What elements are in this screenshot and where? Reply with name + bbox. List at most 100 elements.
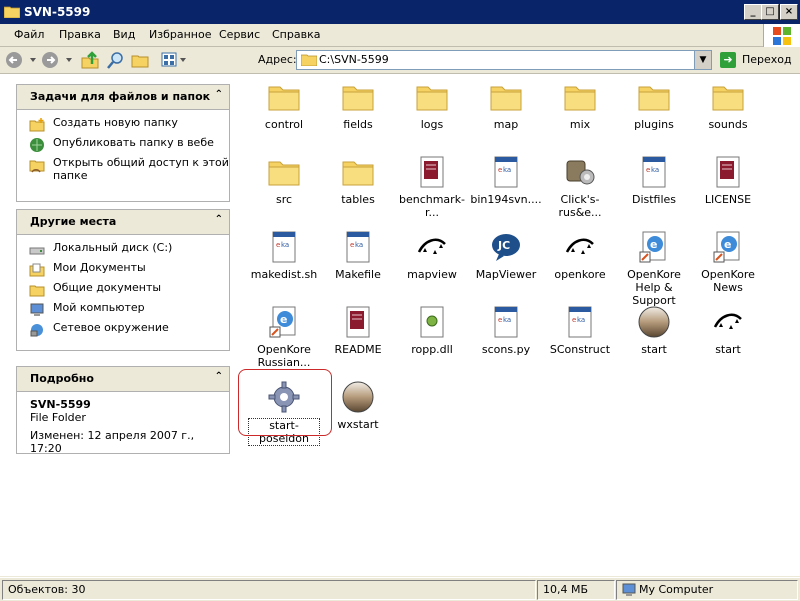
file-item[interactable]: LICENSE (692, 155, 764, 206)
file-item[interactable]: e OpenKore Help & Support (618, 230, 690, 307)
file-item[interactable]: e ka Distfiles (618, 155, 690, 206)
new-folder-icon (29, 118, 45, 132)
details-header[interactable]: Подробно ⌃ (17, 367, 229, 392)
other-places-header[interactable]: Другие места ⌃ (17, 210, 229, 235)
file-item[interactable]: Click's-rus&e... (544, 155, 616, 219)
back-button[interactable] (4, 50, 38, 70)
folders-icon (131, 55, 149, 68)
svg-text:e: e (646, 166, 650, 174)
file-item[interactable]: README (322, 305, 394, 356)
file-item[interactable]: start (618, 305, 690, 356)
svg-text:ka: ka (355, 241, 363, 249)
file-item[interactable]: map (470, 80, 542, 131)
maximize-button[interactable]: □ (761, 4, 779, 20)
collapse-icon[interactable]: ⌃ (215, 89, 223, 100)
views-icon (161, 52, 186, 67)
close-button[interactable]: × (780, 4, 798, 20)
file-item[interactable]: e ka SConstruct (544, 305, 616, 356)
file-item[interactable]: control (248, 80, 320, 131)
menu-tools[interactable]: Сервис (219, 28, 260, 41)
file-item[interactable]: fields (322, 80, 394, 131)
file-item[interactable]: e ka bin194svn.... (470, 155, 542, 206)
up-folder-icon (81, 51, 99, 69)
place-label: Мой компьютер (53, 301, 145, 314)
place-my-documents[interactable]: Мои Документы (17, 261, 229, 281)
svg-text:e: e (650, 238, 657, 251)
document-icon: e ka (267, 230, 301, 264)
file-item[interactable]: start (692, 305, 764, 356)
shared-documents-icon (29, 285, 45, 297)
file-item[interactable]: e ka Makefile (322, 230, 394, 281)
file-item[interactable]: sounds (692, 80, 764, 131)
file-item[interactable]: e OpenKore Russian... (248, 305, 320, 369)
file-name: Makefile (335, 268, 381, 281)
file-name: bin194svn.... (470, 193, 542, 206)
minimize-button[interactable]: _ (744, 4, 762, 20)
file-item[interactable]: e OpenKore News (692, 230, 764, 294)
chevron-down-icon: ▼ (699, 55, 707, 65)
file-view: control fields logs map mix plugins sounds src t… (240, 74, 800, 576)
file-name: SConstruct (549, 343, 611, 356)
address-dropdown[interactable]: ▼ (694, 51, 711, 69)
svg-text:e: e (350, 241, 354, 249)
folders-button[interactable] (130, 50, 150, 70)
place-shared-documents[interactable]: Общие документы (17, 281, 229, 301)
menu-file[interactable]: Файл (14, 28, 44, 41)
book-icon (415, 155, 449, 189)
file-item[interactable]: ropp.dll (396, 305, 468, 356)
place-label: Мои Документы (53, 261, 146, 274)
file-item[interactable]: plugins (618, 80, 690, 131)
status-bar: Объектов: 30 10,4 МБ My Computer (0, 577, 800, 601)
place-my-computer[interactable]: Мой компьютер (17, 301, 229, 321)
file-name: sounds (708, 118, 748, 131)
go-button[interactable]: ➜ Переход (718, 50, 798, 70)
menu-favorites[interactable]: Избранное (149, 28, 211, 41)
file-item[interactable]: wxstart (322, 380, 394, 431)
place-network[interactable]: Сетевое окружение (17, 321, 229, 341)
status-objects: Объектов: 30 (8, 583, 86, 596)
up-folder-button[interactable] (80, 50, 100, 70)
address-value: C:\SVN-5599 (319, 53, 389, 66)
views-button[interactable] (160, 50, 188, 70)
tasks-panel-header[interactable]: Задачи для файлов и папок ⌃ (17, 85, 229, 110)
file-item[interactable]: benchmark-r... (396, 155, 468, 219)
file-item[interactable]: tables (322, 155, 394, 206)
title-bar[interactable]: SVN-5599 _ □ × (0, 0, 800, 24)
status-size-panel: 10,4 МБ (537, 580, 615, 600)
task-pane: Задачи для файлов и папок ⌃ Создать нову… (0, 74, 240, 576)
forward-button[interactable] (40, 50, 74, 70)
file-name: scons.py (481, 343, 531, 356)
folder-icon (563, 80, 597, 114)
svg-text:e: e (276, 241, 280, 249)
address-bar[interactable]: C:\SVN-5599 ▼ (296, 50, 712, 70)
task-label: Открыть общий доступ к этой папке (53, 156, 229, 182)
menu-view[interactable]: Вид (113, 28, 135, 41)
internet-shortcut-icon: e (267, 305, 301, 339)
task-new-folder[interactable]: Создать новую папку (17, 116, 229, 136)
file-name: OpenKore News (701, 268, 755, 294)
menu-edit[interactable]: Правка (59, 28, 101, 41)
network-icon (30, 324, 43, 337)
search-button[interactable] (106, 50, 126, 70)
file-item[interactable]: mapview (396, 230, 468, 281)
file-name: wxstart (337, 418, 379, 431)
file-item[interactable]: JC MapViewer (470, 230, 542, 281)
collapse-icon[interactable]: ⌃ (215, 214, 223, 225)
file-item[interactable]: openkore (544, 230, 616, 281)
place-local-disk[interactable]: Локальный диск (C:) (17, 241, 229, 261)
file-name: control (264, 118, 304, 131)
file-item[interactable]: mix (544, 80, 616, 131)
file-item[interactable]: e ka scons.py (470, 305, 542, 356)
file-name: Click's-rus&e... (558, 193, 602, 219)
task-publish-web[interactable]: Опубликовать папку в вебе (17, 136, 229, 156)
svg-text:ka: ka (503, 166, 511, 174)
task-share-folder[interactable]: Открыть общий доступ к этой папке (17, 156, 229, 182)
forward-icon (42, 52, 72, 68)
file-name: tables (341, 193, 375, 206)
menu-help[interactable]: Справка (272, 28, 320, 41)
file-item[interactable]: src (248, 155, 320, 206)
file-item[interactable]: e ka makedist.sh (248, 230, 320, 281)
collapse-icon[interactable]: ⌃ (215, 371, 223, 382)
file-item[interactable]: logs (396, 80, 468, 131)
details-modified: Изменен: 12 апреля 2007 г., 17:20 (30, 429, 195, 455)
